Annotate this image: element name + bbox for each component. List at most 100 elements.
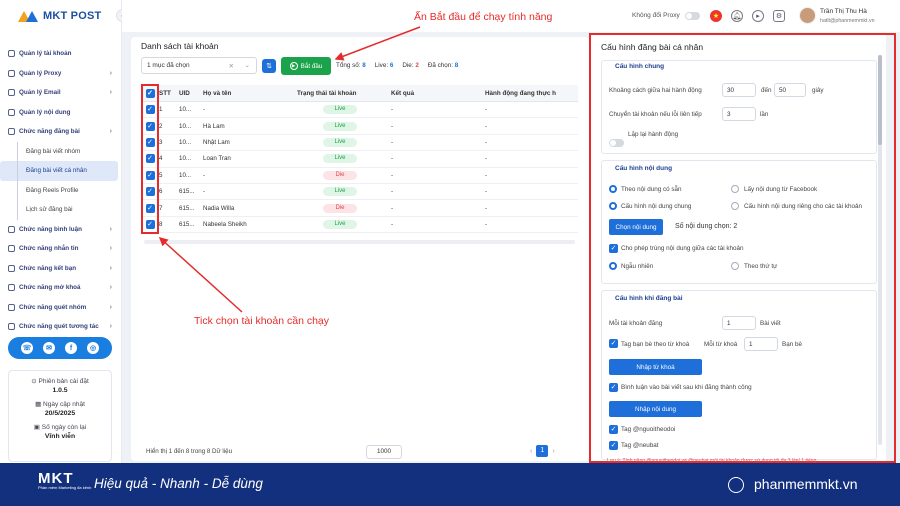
sidebar-subitem[interactable]: Đăng bài viết nhóm [0,141,122,162]
interval-to-label: đến [761,87,772,94]
radio-separate-content[interactable] [731,202,739,210]
live-count: 6 [389,62,394,69]
table-row[interactable]: ✓ 7 615... Nadia Willa Die - - [141,200,578,217]
tag-friends-checkbox[interactable]: ✓ [609,339,618,348]
radio-random[interactable] [609,262,617,270]
enter-keyword-button[interactable]: Nhập từ khoá [609,359,702,375]
table-row[interactable]: ✓ 3 10... Nhật Lam Live - - [141,135,578,152]
sidebar-item[interactable]: Quản lý Proxy › [0,64,122,84]
menu-item-label: Chức năng quét nhóm [19,303,87,311]
play-circle-icon[interactable]: ▸ [752,10,764,22]
table-header: ✓ STT UID Họ và tên Trạng thái tài khoản… [141,85,578,102]
user-name: Trần Thị Thu Hà [820,8,867,15]
horizontal-scrollbar[interactable] [144,240,575,244]
filter-button[interactable]: ⇅ [262,59,276,73]
allow-duplicate-label: Cho phép trùng nội dung giữa các tài kho… [621,245,744,252]
random-label: Ngẫu nhiên [621,263,654,270]
per-keyword-input[interactable]: 1 [744,337,778,351]
repeat-toggle[interactable] [609,139,624,147]
column-header[interactable]: Trạng thái tài khoản [297,90,391,97]
cell-uid: 10... [179,106,192,114]
sidebar-subitem[interactable]: Đăng Reels Profile [0,180,122,201]
radio-facebook-content[interactable] [731,185,739,193]
per-keyword-label: Mỗi từ khoá [704,341,738,348]
current-page[interactable]: 1 [536,445,549,457]
cell-result: - [391,155,394,163]
sidebar-subitem[interactable]: Lịch sử đăng bài [0,200,122,220]
next-page-icon[interactable]: › [552,448,554,455]
proxy-toggle[interactable] [685,12,700,20]
interval-from-input[interactable]: 30 [722,83,756,97]
table-row[interactable]: ✓ 1 10... - Live - - [141,102,578,119]
support-icon[interactable]: ☏ [21,342,33,354]
radio-common-content[interactable] [609,202,617,210]
vertical-scrollbar-thumb[interactable] [878,55,882,145]
cell-stt: 5 [159,171,163,179]
radio-available-content[interactable] [609,185,617,193]
prev-page-icon[interactable]: ‹ [530,448,532,455]
column-header[interactable]: Họ và tên [203,90,297,97]
clear-icon[interactable]: ✕ [229,62,234,70]
enter-content-button[interactable]: Nhập nội dung [609,401,702,417]
status-badge: Die [323,203,357,213]
page-size-select[interactable]: 1000 [366,445,402,459]
app-logo[interactable]: MKT POST [18,10,101,22]
sidebar-item[interactable]: Quản lý Email › [0,83,122,103]
facebook-icon[interactable]: f [65,342,77,354]
chevron-down-icon[interactable]: ⌄ [245,61,250,69]
gear-icon[interactable]: ⚙ [773,10,785,22]
account-group-select[interactable]: 1 mục đã chọn ✕ ⌄ [141,57,257,74]
choose-content-button[interactable]: Chọn nội dung [609,219,663,235]
pagination: ‹ 1 › [530,445,555,457]
avatar[interactable] [799,7,816,24]
bell-icon[interactable]: 🔔︎ [731,10,743,22]
start-button[interactable]: ▶ Bắt đầu [281,57,331,75]
interval-to-input[interactable]: 50 [774,83,806,97]
cell-name: Nadia Willa [203,204,235,212]
per-account-input[interactable]: 1 [722,316,756,330]
sidebar-item[interactable]: Chức năng bình luận › [0,220,122,240]
table-row[interactable]: ✓ 6 615... - Live - - [141,184,578,201]
sidebar-item[interactable]: Chức năng mở khoá › [0,278,122,298]
sidebar-item[interactable]: Chức năng kết bạn › [0,259,122,279]
remaining-label: Số ngày còn lại [41,424,87,431]
logo-text: MKT POST [43,10,102,22]
tag-highlight-checkbox[interactable]: ✓ [609,441,618,450]
table-row[interactable]: ✓ 8 615... Nabeela Sheikh Live - - [141,217,578,234]
column-header[interactable]: STT [159,90,179,97]
menu-item-label: Chức năng mở khoá [19,284,81,292]
sidebar-item[interactable]: Quản lý nội dung [0,103,122,123]
messenger-icon[interactable]: ✉ [43,342,55,354]
chevron-right-icon: › [109,89,112,96]
column-header[interactable]: UID [179,90,203,97]
cell-stt: 7 [159,204,163,212]
switch-account-unit: lần [760,111,769,118]
support-bar: ☏ ✉ f ◎ [8,337,112,359]
column-header[interactable]: Hành động đang thực h [485,90,578,97]
sidebar-item[interactable]: Chức năng quét nhóm › [0,298,122,318]
cell-action: - [485,155,488,163]
allow-duplicate-checkbox[interactable]: ✓ [609,244,618,253]
sidebar-item[interactable]: Chức năng quét tương tác › [0,317,122,337]
tag-followers-checkbox[interactable]: ✓ [609,425,618,434]
content-config-title: Cấu hình nội dung [615,165,673,172]
selected-label: Đã chọn: [427,62,454,69]
cell-result: - [391,122,394,130]
table-row[interactable]: ✓ 4 10... Loan Tran Live - - [141,151,578,168]
radio-ordered[interactable] [731,262,739,270]
sidebar-item[interactable]: Chức năng nhắn tin › [0,239,122,259]
column-header[interactable]: Kết quả [391,90,485,97]
sidebar-item[interactable]: Chức năng đăng bài › [0,122,122,142]
vietnam-flag-icon[interactable]: ★ [710,10,722,22]
table-row[interactable]: ✓ 2 10... Hà Lam Live - - [141,118,578,135]
sidebar-subitem[interactable]: Đăng bài viết cá nhân [0,161,118,181]
sidebar-item[interactable]: Quản lý tài khoản [0,44,122,64]
table-row[interactable]: ✓ 5 10... - Die - - [141,168,578,184]
chevron-right-icon: › [109,303,112,311]
globe-icon[interactable]: ◎ [87,342,99,354]
switch-account-input[interactable]: 3 [722,107,756,121]
logo-mark-icon [18,10,40,22]
cell-name: - [203,188,206,196]
comment-after-post-checkbox[interactable]: ✓ [609,383,618,392]
status-badge: Live [323,121,357,131]
